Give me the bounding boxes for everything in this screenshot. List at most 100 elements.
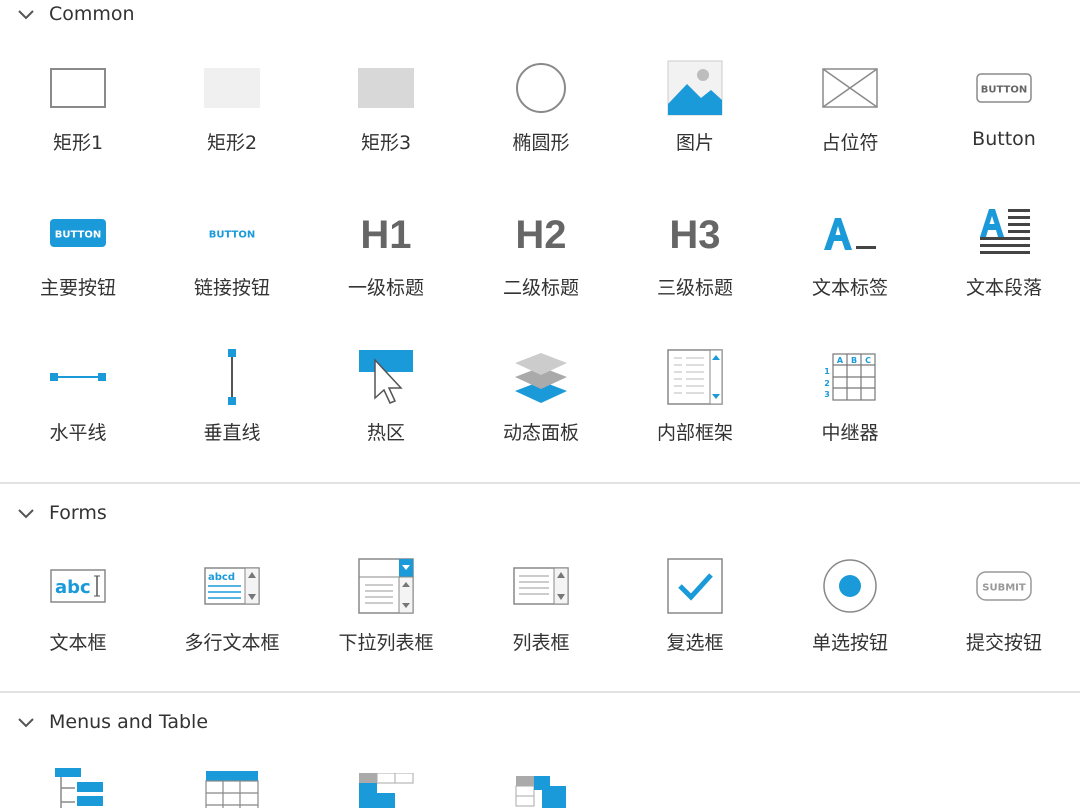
- heading-2-icon: H2: [505, 203, 577, 263]
- widget-primary-button[interactable]: BUTTON 主要按钮: [8, 203, 148, 323]
- submit-button-icon: SUBMIT: [968, 556, 1040, 616]
- widget-heading-3[interactable]: H3 三级标题: [625, 203, 765, 323]
- section-title: Common: [49, 3, 135, 25]
- widget-label: 占位符: [821, 132, 879, 154]
- droplist-icon: [350, 556, 422, 616]
- widget-text-area[interactable]: abcd 多行文本框: [162, 556, 302, 676]
- widget-table[interactable]: [162, 764, 302, 808]
- chevron-down-icon[interactable]: [17, 506, 35, 520]
- widget-rectangle-3[interactable]: 矩形3: [316, 58, 456, 178]
- widget-horizontal-menu[interactable]: [316, 764, 456, 808]
- link-button-icon-text: BUTTON: [209, 230, 255, 241]
- horizontal-line-icon: [42, 347, 114, 407]
- widget-text-label[interactable]: 文本标签: [780, 203, 920, 323]
- section-header-common[interactable]: Common: [0, 0, 1080, 30]
- section-divider: [0, 482, 1080, 484]
- widget-submit-button[interactable]: SUBMIT 提交按钮: [934, 556, 1074, 676]
- checkbox-icon: [659, 556, 731, 616]
- radio-button-icon: [814, 556, 886, 616]
- widget-label: 二级标题: [502, 277, 579, 299]
- widget-checkbox[interactable]: 复选框: [625, 556, 765, 676]
- list-box-icon: [505, 556, 577, 616]
- svg-text:C: C: [865, 356, 871, 365]
- text-paragraph-icon: [968, 203, 1040, 263]
- widget-image[interactable]: 图片: [625, 58, 765, 178]
- widget-label: 主要按钮: [39, 277, 116, 299]
- inline-frame-icon: [659, 347, 731, 407]
- widget-repeater[interactable]: ABC 1 2 3 中继器: [780, 347, 920, 467]
- widget-tree[interactable]: [8, 764, 148, 808]
- link-button-icon: BUTTON: [196, 203, 268, 263]
- heading-1-icon-text: H1: [360, 213, 411, 257]
- widget-label: 动态面板: [502, 422, 579, 444]
- widget-label: 一级标题: [347, 277, 424, 299]
- dynamic-panel-icon: [505, 347, 577, 407]
- widget-label: 内部框架: [656, 422, 733, 444]
- widget-label: 矩形2: [206, 132, 258, 154]
- widget-label: 文本框: [49, 632, 107, 654]
- widget-dynamic-panel[interactable]: 动态面板: [471, 347, 611, 467]
- widget-hotspot[interactable]: 热区: [316, 347, 456, 467]
- section-header-forms[interactable]: Forms: [0, 499, 1080, 529]
- text-area-icon-text: abcd: [208, 572, 235, 583]
- widget-vertical-menu[interactable]: [471, 764, 611, 808]
- text-area-icon: abcd: [196, 556, 268, 616]
- widget-rectangle-2[interactable]: 矩形2: [162, 58, 302, 178]
- widget-radio-button[interactable]: 单选按钮: [780, 556, 920, 676]
- widget-link-button[interactable]: BUTTON 链接按钮: [162, 203, 302, 323]
- widget-inline-frame[interactable]: 内部框架: [625, 347, 765, 467]
- widget-label: 文本标签: [811, 277, 888, 299]
- section-title: Forms: [49, 502, 107, 524]
- placeholder-icon: [814, 58, 886, 118]
- heading-3-icon: H3: [659, 203, 731, 263]
- primary-button-icon-text: BUTTON: [55, 230, 101, 241]
- widget-ellipse[interactable]: 椭圆形: [471, 58, 611, 178]
- widget-label: 热区: [366, 422, 405, 444]
- chevron-down-icon[interactable]: [17, 715, 35, 729]
- widget-list-box[interactable]: 列表框: [471, 556, 611, 676]
- widget-label: Button: [972, 128, 1036, 150]
- widget-label: 下拉列表框: [338, 632, 434, 654]
- button-icon-text: BUTTON: [981, 85, 1027, 96]
- hotspot-icon: [350, 347, 422, 407]
- widget-placeholder[interactable]: 占位符: [780, 58, 920, 178]
- widget-vertical-line[interactable]: 垂直线: [162, 347, 302, 467]
- widget-heading-2[interactable]: H2 二级标题: [471, 203, 611, 323]
- widget-button[interactable]: BUTTON Button: [934, 58, 1074, 178]
- heading-1-icon: H1: [350, 203, 422, 263]
- widget-horizontal-line[interactable]: 水平线: [8, 347, 148, 467]
- vertical-line-icon: [196, 347, 268, 407]
- svg-text:1: 1: [824, 367, 830, 376]
- widget-label: 中继器: [821, 422, 879, 444]
- section-header-menus-and-table[interactable]: Menus and Table: [0, 708, 1080, 738]
- widget-rectangle-1[interactable]: 矩形1: [8, 58, 148, 178]
- horizontal-menu-icon: [350, 764, 422, 808]
- widget-label: 提交按钮: [965, 632, 1042, 654]
- section-title: Menus and Table: [49, 711, 209, 733]
- text-label-icon: [814, 203, 886, 263]
- svg-text:2: 2: [824, 379, 830, 388]
- widget-label: 矩形3: [360, 132, 412, 154]
- widget-droplist[interactable]: 下拉列表框: [316, 556, 456, 676]
- widget-text-field[interactable]: abc 文本框: [8, 556, 148, 676]
- widget-heading-1[interactable]: H1 一级标题: [316, 203, 456, 323]
- widget-text-paragraph[interactable]: 文本段落: [934, 203, 1074, 323]
- rectangle-light-fill-icon: [196, 58, 268, 118]
- widget-label: 矩形1: [52, 132, 104, 154]
- text-field-icon: abc: [42, 556, 114, 616]
- image-icon: [659, 58, 731, 118]
- table-icon: [196, 764, 268, 808]
- repeater-icon: ABC 1 2 3: [814, 347, 886, 407]
- widget-label: 三级标题: [656, 277, 733, 299]
- button-icon: BUTTON: [968, 58, 1040, 118]
- widget-label: 多行文本框: [184, 632, 280, 654]
- widget-label: 文本段落: [965, 277, 1042, 299]
- chevron-down-icon[interactable]: [17, 7, 35, 21]
- ellipse-icon: [505, 58, 577, 118]
- section-divider: [0, 691, 1080, 693]
- widget-label: 单选按钮: [811, 632, 888, 654]
- rectangle-gray-fill-icon: [350, 58, 422, 118]
- widget-label: 水平线: [49, 422, 107, 444]
- heading-2-icon-text: H2: [515, 213, 566, 257]
- widget-label: 链接按钮: [193, 277, 270, 299]
